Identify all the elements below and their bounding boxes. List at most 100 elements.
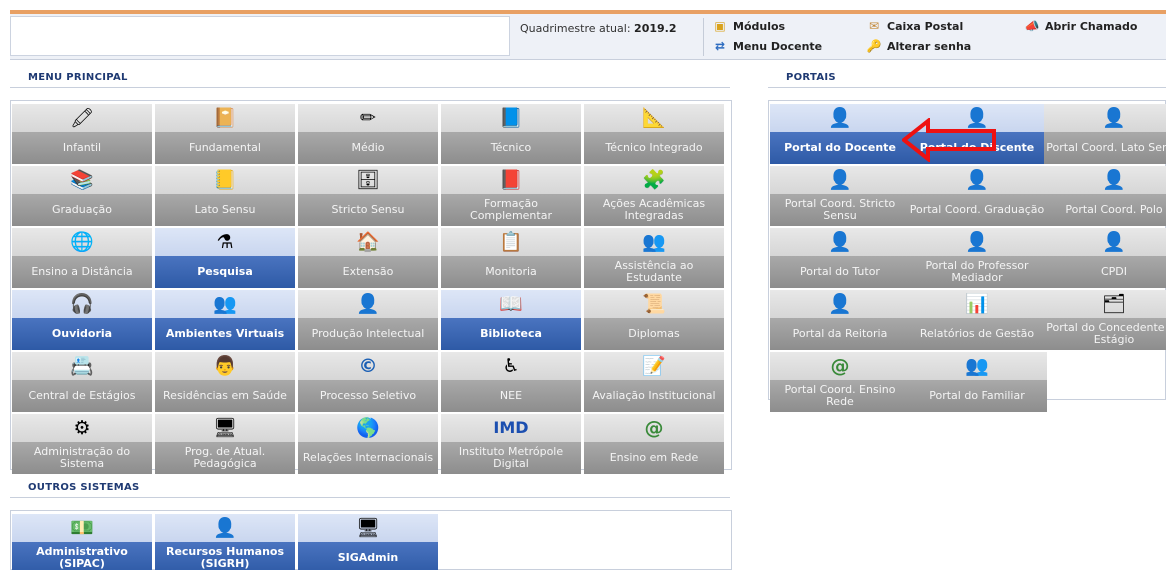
tile-label: Portal do Professor Mediador	[907, 256, 1047, 288]
menu-tile-diplomas[interactable]: 📜 Diplomas	[584, 290, 724, 350]
portal-coord-graduacao-icon: 👤	[907, 166, 1047, 194]
tile-label: Avaliação Institucional	[584, 380, 724, 412]
menu-tile-relacoes-internacionais[interactable]: 🌎 Relações Internacionais	[298, 414, 438, 474]
tile-label: Central de Estágios	[12, 380, 152, 412]
outros-tile-recursos-humanos-sigrh[interactable]: 👤 Recursos Humanos (SIGRH)	[155, 514, 295, 570]
tile-label: Portal Coord. Ensino Rede	[770, 380, 910, 412]
diplomas-icon: 📜	[584, 290, 724, 318]
cpdi-icon: 👤	[1044, 228, 1166, 256]
tile-label: Lato Sensu	[155, 194, 295, 226]
menu-tile-stricto-sensu[interactable]: 🗄 Stricto Sensu	[298, 166, 438, 226]
tile-label: Infantil	[12, 132, 152, 164]
sigadmin-icon: 🖥	[298, 514, 438, 542]
extensao-icon: 🏠	[298, 228, 438, 256]
portal-tile-portal-coord-graduacao[interactable]: 👤 Portal Coord. Graduação	[907, 166, 1047, 226]
menu-tile-tecnico-integrado[interactable]: 📐 Técnico Integrado	[584, 104, 724, 164]
menu-tile-extensao[interactable]: 🏠 Extensão	[298, 228, 438, 288]
portal-tile-portal-do-familiar[interactable]: 👥 Portal do Familiar	[907, 352, 1047, 412]
portal-coord-polo-icon: 👤	[1044, 166, 1166, 194]
menu-tile-avaliacao-institucional[interactable]: 📝 Avaliação Institucional	[584, 352, 724, 412]
tile-label: Graduação	[12, 194, 152, 226]
menu-tile-formacao-complementar[interactable]: 📕 Formação Complementar	[441, 166, 581, 226]
processo-seletivo-icon: ©	[298, 352, 438, 380]
stricto-sensu-icon: 🗄	[298, 166, 438, 194]
menu-tile-fundamental[interactable]: 📔 Fundamental	[155, 104, 295, 164]
tile-label: Produção Intelectual	[298, 318, 438, 350]
menu-tile-ensino-em-rede[interactable]: @ Ensino em Rede	[584, 414, 724, 474]
menu-tile-tecnico[interactable]: 📘 Técnico	[441, 104, 581, 164]
menu-tile-administracao-do-sistema[interactable]: ⚙ Administração do Sistema	[12, 414, 152, 474]
outros-sistemas-title: Outros Sistemas	[28, 482, 140, 493]
tile-label: Ensino a Distância	[12, 256, 152, 288]
portal-tile-portal-coord-stricto-sensu[interactable]: 👤 Portal Coord. Stricto Sensu	[770, 166, 910, 226]
menu-tile-central-de-estagios[interactable]: 📇 Central de Estágios	[12, 352, 152, 412]
menu-tile-residencias-em-saude[interactable]: 👨 Residências em Saúde	[155, 352, 295, 412]
modulos-link[interactable]: ▣ Módulos	[712, 19, 786, 34]
tile-label: Técnico	[441, 132, 581, 164]
tile-label: Portal do Familiar	[907, 380, 1047, 412]
caixa-postal-link[interactable]: ✉ Caixa Postal	[866, 20, 963, 34]
portal-tile-portal-do-professor-mediador[interactable]: 👤 Portal do Professor Mediador	[907, 228, 1047, 288]
medio-icon: ✏	[298, 104, 438, 132]
menu-tile-infantil[interactable]: 🖍 Infantil	[12, 104, 152, 164]
menu-tile-instituto-metropole-digital[interactable]: IMD Instituto Metrópole Digital	[441, 414, 581, 474]
portal-tile-portal-do-concedente-de-estagio[interactable]: 🗂Portal do Concedente de Estágio	[1044, 290, 1166, 350]
tile-label: Portal do Docente	[770, 132, 910, 164]
outros-tile-sigadmin[interactable]: 🖥 SIGAdmin	[298, 514, 438, 570]
portal-tile-portal-coord-lato-sensu[interactable]: 👤Portal Coord. Lato Sensu	[1044, 104, 1166, 164]
portal-tile-portal-do-tutor[interactable]: 👤 Portal do Tutor	[770, 228, 910, 288]
tile-label: Stricto Sensu	[298, 194, 438, 226]
menu-tile-medio[interactable]: ✏ Médio	[298, 104, 438, 164]
alterar-senha-link[interactable]: 🔑 Alterar senha	[866, 40, 972, 54]
menu-tile-acoes-academicas-integradas[interactable]: 🧩 Ações Acadêmicas Integradas	[584, 166, 724, 226]
portal-tile-portal-coord-ensino-rede[interactable]: @ Portal Coord. Ensino Rede	[770, 352, 910, 412]
portal-tile-relatorios-de-gestao[interactable]: 📊 Relatórios de Gestão	[907, 290, 1047, 350]
tile-label: Ouvidoria	[12, 318, 152, 350]
portal-tile-portal-da-reitoria[interactable]: 👤 Portal da Reitoria	[770, 290, 910, 350]
graduacao-icon: 📚	[12, 166, 152, 194]
portal-tile-cpdi[interactable]: 👤 CPDI	[1044, 228, 1166, 288]
menu-tile-pesquisa[interactable]: ⚗ Pesquisa	[155, 228, 295, 288]
menu-tile-ouvidoria[interactable]: 🎧 Ouvidoria	[12, 290, 152, 350]
tile-label: Técnico Integrado	[584, 132, 724, 164]
menu-tile-processo-seletivo[interactable]: © Processo Seletivo	[298, 352, 438, 412]
cube-icon: ▣	[714, 19, 726, 33]
outros-tile-administrativo-sipac[interactable]: 💵 Administrativo (SIPAC)	[12, 514, 152, 570]
menu-tile-producao-intelectual[interactable]: 👤 Produção Intelectual	[298, 290, 438, 350]
menu-tile-ensino-a-distancia[interactable]: 🌐 Ensino a Distância	[12, 228, 152, 288]
menu-tile-biblioteca[interactable]: 📖 Biblioteca	[441, 290, 581, 350]
ouvidoria-icon: 🎧	[12, 290, 152, 318]
tile-label: Processo Seletivo	[298, 380, 438, 412]
relatorios-de-gestao-icon: 📊	[907, 290, 1047, 318]
recursos-humanos-sigrh-icon: 👤	[155, 514, 295, 542]
tile-label: Portal Coord. Stricto Sensu	[770, 194, 910, 226]
menu-tile-graduacao[interactable]: 📚 Graduação	[12, 166, 152, 226]
menu-docente-link[interactable]: ⇄ Menu Docente	[712, 40, 823, 54]
header-separator	[703, 18, 704, 56]
tile-label: Ensino em Rede	[584, 442, 724, 474]
modulos-label: Módulos	[733, 20, 786, 33]
ensino-a-distancia-icon: 🌐	[12, 228, 152, 256]
tile-label: Fundamental	[155, 132, 295, 164]
menu-tile-lato-sensu[interactable]: 📒 Lato Sensu	[155, 166, 295, 226]
menu-tile-assistencia-ao-estudante[interactable]: 👥 Assistência ao Estudante	[584, 228, 724, 288]
menu-tile-monitoria[interactable]: 📋 Monitoria	[441, 228, 581, 288]
menu-docente-label: Menu Docente	[733, 40, 823, 53]
tecnico-icon: 📘	[441, 104, 581, 132]
tile-label: Relatórios de Gestão	[907, 318, 1047, 350]
abrir-chamado-link[interactable]: 📣 Abrir Chamado	[1024, 20, 1138, 34]
tile-label: Portal Coord. Graduação	[907, 194, 1047, 226]
pesquisa-icon: ⚗	[155, 228, 295, 256]
fundamental-icon: 📔	[155, 104, 295, 132]
portal-do-docente-icon: 👤	[770, 104, 910, 132]
outros-sistemas-header: Outros Sistemas	[10, 476, 730, 498]
menu-tile-prog-de-atual-pedagogica[interactable]: 🖥 Prog. de Atual. Pedagógica	[155, 414, 295, 474]
portais-title: Portais	[786, 72, 836, 83]
menu-tile-ambientes-virtuais[interactable]: 👥 Ambientes Virtuais	[155, 290, 295, 350]
portal-tile-portal-coord-polo[interactable]: 👤 Portal Coord. Polo	[1044, 166, 1166, 226]
quadrimestre-label: Quadrimestre atual:	[520, 22, 631, 35]
lato-sensu-icon: 📒	[155, 166, 295, 194]
tile-label: Ações Acadêmicas Integradas	[584, 194, 724, 226]
portal-tile-portal-do-docente[interactable]: 👤 Portal do Docente	[770, 104, 910, 164]
menu-tile-nee[interactable]: ♿ NEE	[441, 352, 581, 412]
